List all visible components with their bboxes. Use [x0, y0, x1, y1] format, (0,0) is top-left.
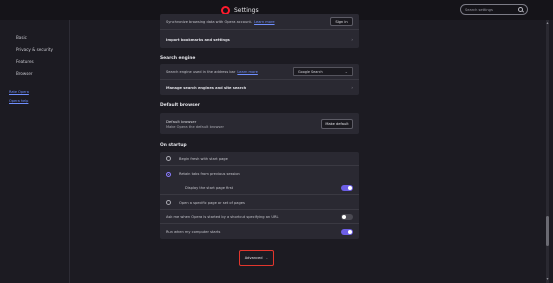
default-browser-row: Default browser Make Opera the default b…: [160, 113, 359, 134]
search-engine-card: Search engine used in the address bar Lea…: [160, 64, 359, 95]
scrollbar-thumb[interactable]: [546, 216, 549, 246]
default-browser-title: Default browser: [166, 118, 197, 124]
radio-open-specific-page[interactable]: [166, 200, 171, 205]
open-specific-page-label: Open a specific page or set of pages: [179, 200, 245, 205]
default-browser-text-wrap: Default browser Make Opera the default b…: [166, 119, 321, 129]
ask-on-shortcut-row: Ask me when Opera is started by a shortc…: [160, 210, 359, 224]
search-placeholder: Search settings: [465, 7, 493, 12]
startup-option-row[interactable]: Begin fresh with start page: [160, 152, 359, 166]
ask-on-shortcut-label: Ask me when Opera is started by a shortc…: [166, 214, 279, 219]
search-engine-text-wrap: Search engine used in the address bar Lea…: [166, 70, 293, 74]
chevron-down-icon: ⌄: [344, 69, 348, 74]
toggle-knob: [348, 230, 352, 234]
chevron-down-icon: ⌄: [265, 256, 269, 260]
on-startup-card: Begin fresh with start page Retain tabs …: [160, 152, 359, 239]
startup-option-row[interactable]: Open a specific page or set of pages: [160, 196, 359, 210]
import-bookmarks-label: Import bookmarks and settings: [166, 37, 230, 42]
page-title: Settings: [234, 6, 259, 14]
scrollbar[interactable]: ▴ ▾: [543, 20, 552, 283]
scroll-up-arrow-icon[interactable]: ▴: [544, 20, 551, 26]
opera-help-link[interactable]: Opera help: [9, 99, 28, 103]
sidebar-item-browser[interactable]: Browser: [16, 71, 33, 76]
on-startup-heading: On startup: [160, 143, 187, 148]
sync-learn-more-link[interactable]: Learn more: [254, 20, 275, 24]
run-on-startup-label: Run when my computer starts: [166, 230, 221, 234]
default-browser-card: Default browser Make Opera the default b…: [160, 113, 359, 134]
sidebar-item-basic[interactable]: Basic: [16, 35, 27, 40]
ask-on-shortcut-toggle[interactable]: [341, 213, 353, 220]
toggle-knob: [348, 185, 352, 190]
advanced-button[interactable]: Advanced ⌄: [239, 250, 274, 266]
sync-description: Synchronize browsing data with Opera acc…: [166, 19, 253, 24]
retain-tabs-label: Retain tabs from previous session: [179, 172, 240, 176]
scroll-down-arrow-icon[interactable]: ▾: [544, 276, 551, 282]
chevron-right-icon: ›: [351, 85, 353, 90]
search-engine-description: Search engine used in the address bar: [166, 69, 236, 74]
sidebar: Basic Privacy & security Features Browse…: [0, 20, 70, 283]
sync-row: Synchronize browsing data with Opera acc…: [160, 14, 359, 30]
toggle-knob: [342, 214, 346, 219]
display-start-page-row: Display the start page first: [160, 181, 359, 195]
manage-search-engines-label: Manage search engines and site search: [166, 85, 247, 90]
search-engine-row: Search engine used in the address bar Lea…: [160, 64, 359, 80]
run-on-startup-toggle[interactable]: [341, 229, 353, 235]
search-engine-learn-more-link[interactable]: Learn more: [237, 70, 258, 74]
sync-card: Synchronize browsing data with Opera acc…: [160, 14, 359, 48]
radio-retain-tabs[interactable]: [166, 171, 171, 177]
manage-search-engines-row[interactable]: Manage search engines and site search ›: [160, 80, 359, 95]
advanced-label: Advanced: [244, 256, 263, 260]
search-engine-selected: Google Search: [298, 69, 323, 74]
search-input[interactable]: Search settings: [460, 4, 528, 15]
sidebar-item-features[interactable]: Features: [16, 59, 34, 64]
run-on-startup-row: Run when my computer starts: [160, 225, 359, 239]
sidebar-item-privacy-security[interactable]: Privacy & security: [16, 47, 53, 52]
radio-begin-fresh[interactable]: [166, 156, 171, 161]
begin-fresh-label: Begin fresh with start page: [179, 156, 228, 161]
display-start-page-toggle[interactable]: [341, 184, 353, 191]
search-icon[interactable]: [518, 7, 523, 12]
startup-option-row[interactable]: Retain tabs from previous session: [160, 167, 359, 181]
sync-text-wrap: Synchronize browsing data with Opera acc…: [166, 20, 330, 24]
search-engine-select[interactable]: Google Search ⌄: [293, 67, 353, 76]
rate-opera-link[interactable]: Rate Opera: [9, 90, 29, 94]
sign-in-button[interactable]: Sign in: [330, 17, 353, 26]
make-default-button[interactable]: Make default: [321, 118, 353, 129]
chevron-right-icon: ›: [351, 37, 353, 42]
default-browser-heading: Default browser: [160, 103, 200, 108]
search-engine-heading: Search engine: [160, 56, 196, 61]
import-bookmarks-row[interactable]: Import bookmarks and settings ›: [160, 31, 359, 48]
default-browser-subtitle: Make Opera the default browser: [166, 124, 224, 129]
display-start-page-label: Display the start page first: [185, 185, 234, 190]
